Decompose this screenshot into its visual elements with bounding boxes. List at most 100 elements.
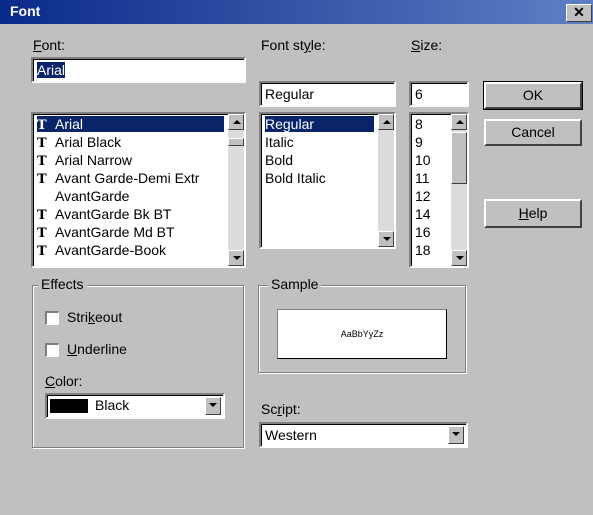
size-list-item-label: 10 — [415, 152, 431, 168]
style-scroll-down-button[interactable] — [378, 231, 394, 247]
help-button[interactable]: Help — [484, 199, 582, 228]
color-value: Black — [95, 397, 130, 413]
title-bar[interactable]: Font ✕ — [0, 0, 593, 24]
font-list-item-label: Arial — [55, 116, 84, 132]
effects-group — [32, 285, 244, 448]
font-list-item-label: AvantGarde Bk BT — [55, 206, 172, 222]
sample-preview: AaBbYyZz — [277, 309, 447, 359]
window-title: Font — [10, 3, 41, 19]
size-list-item-label: 14 — [415, 206, 431, 222]
truetype-icon: T — [37, 136, 47, 151]
font-list[interactable]: T AvantGarde-Book T AvantGarde Md BT T AvantG… — [31, 112, 246, 268]
close-button[interactable]: ✕ — [566, 4, 592, 22]
size-input[interactable]: 6 — [409, 81, 469, 107]
size-list-item-label: 11 — [415, 170, 430, 186]
size-list-item[interactable]: 9 — [415, 134, 447, 150]
size-list-item[interactable]: 16 — [415, 224, 447, 240]
style-scroll-up-button[interactable] — [378, 114, 394, 130]
cancel-button[interactable]: Cancel — [484, 119, 582, 146]
size-list[interactable]: 18 16 14 12 11 10 9 8 — [409, 112, 469, 268]
sample-text: AaBbYyZz — [340, 329, 384, 339]
size-list-item-label: 16 — [415, 224, 431, 240]
style-list-item[interactable]: Italic — [265, 134, 374, 150]
font-list-item[interactable]: T AvantGarde Bk BT — [37, 206, 224, 223]
arrow-down-icon — [383, 237, 391, 241]
font-list-item[interactable]: T Arial Black — [37, 134, 224, 151]
size-list-item-label: 12 — [415, 188, 431, 204]
size-scroll-thumb[interactable] — [451, 132, 467, 184]
size-list-scrollbar[interactable] — [451, 114, 467, 266]
size-label: Size: — [411, 37, 443, 53]
size-list-item[interactable]: 11 — [415, 170, 447, 186]
font-list-item[interactable]: T Arial — [37, 116, 224, 133]
size-list-item-label: 9 — [415, 134, 423, 150]
size-scroll-down-button[interactable] — [451, 250, 467, 266]
close-icon: ✕ — [573, 4, 585, 20]
font-dialog: Font ✕ Font: Arial T AvantGarde-Book T Avan… — [0, 0, 593, 515]
style-list-item-label: Regular — [265, 116, 315, 132]
arrow-up-icon — [456, 120, 464, 124]
size-list-item-label: 8 — [415, 116, 423, 132]
script-select[interactable]: Western — [259, 422, 468, 448]
sample-group-title: Sample — [268, 276, 322, 292]
font-list-scrollbar[interactable] — [228, 114, 244, 266]
style-list-item[interactable]: Regular — [265, 116, 374, 132]
arrow-up-icon — [233, 120, 241, 124]
font-label: Font: — [33, 37, 65, 53]
size-list-item[interactable]: 18 — [415, 242, 447, 258]
style-list-item-label: Italic — [265, 134, 294, 150]
size-scroll-up-button[interactable] — [451, 114, 467, 130]
size-list-item[interactable]: 14 — [415, 206, 447, 222]
color-select[interactable]: Black — [45, 393, 225, 419]
truetype-icon: T — [37, 172, 47, 187]
font-scroll-up-button[interactable] — [228, 114, 244, 130]
arrow-down-icon — [456, 256, 464, 260]
underline-label[interactable]: Underline — [67, 341, 127, 357]
chevron-down-icon — [209, 403, 217, 407]
font-list-item-label: AvantGarde — [55, 188, 130, 204]
strikeout-label[interactable]: Strikeout — [67, 309, 122, 325]
font-list-item[interactable]: T AvantGarde Md BT — [37, 224, 224, 241]
size-list-item-label: 18 — [415, 242, 431, 258]
size-value: 6 — [415, 86, 423, 102]
size-list-item[interactable]: 8 — [415, 116, 447, 132]
font-name-input[interactable]: Arial — [31, 57, 246, 83]
font-scroll-thumb[interactable] — [228, 138, 244, 146]
script-label: Script: — [261, 401, 301, 417]
size-list-item[interactable]: 10 — [415, 152, 447, 168]
style-list-item[interactable]: Bold — [265, 152, 374, 168]
truetype-icon: T — [37, 244, 47, 259]
style-list-item-label: Bold Italic — [265, 170, 326, 186]
style-list-item[interactable]: Bold Italic — [265, 170, 374, 186]
color-swatch — [50, 399, 88, 413]
font-style-label: Font style: — [261, 37, 326, 53]
style-list-item-label: Bold — [265, 152, 294, 168]
font-list-item-label: Arial Narrow — [55, 152, 133, 168]
font-list-item-label: AvantGarde Md BT — [55, 224, 175, 240]
font-list-item-label: AvantGarde-Book — [55, 242, 167, 258]
size-list-item[interactable]: 12 — [415, 188, 447, 204]
script-dropdown-button[interactable] — [448, 426, 464, 444]
truetype-icon: T — [37, 208, 47, 223]
underline-checkbox[interactable] — [45, 343, 59, 357]
style-list-scrollbar[interactable] — [378, 114, 394, 247]
font-list-item[interactable]: T AvantGarde-Book — [37, 242, 224, 259]
script-value: Western — [265, 427, 317, 443]
font-list-item[interactable]: AvantGarde — [37, 188, 224, 204]
font-list-item-label: Arial Black — [55, 134, 122, 150]
effects-group-title: Effects — [38, 276, 87, 292]
font-style-value: Regular — [265, 86, 315, 102]
strikeout-checkbox[interactable] — [45, 311, 59, 325]
truetype-icon: T — [37, 118, 47, 133]
font-style-input[interactable]: Regular — [259, 81, 396, 107]
font-list-item[interactable]: T Arial Narrow — [37, 152, 224, 169]
font-scroll-down-button[interactable] — [228, 250, 244, 266]
color-dropdown-button[interactable] — [205, 397, 221, 415]
font-style-list[interactable]: Bold Italic Bold Italic Regular — [259, 112, 396, 249]
arrow-down-icon — [233, 256, 241, 260]
ok-button[interactable]: OK — [483, 81, 583, 110]
color-label: Color: — [45, 373, 83, 389]
font-list-item[interactable]: T Avant Garde-Demi Extr — [37, 170, 224, 187]
chevron-down-icon — [452, 432, 460, 436]
arrow-up-icon — [383, 120, 391, 124]
